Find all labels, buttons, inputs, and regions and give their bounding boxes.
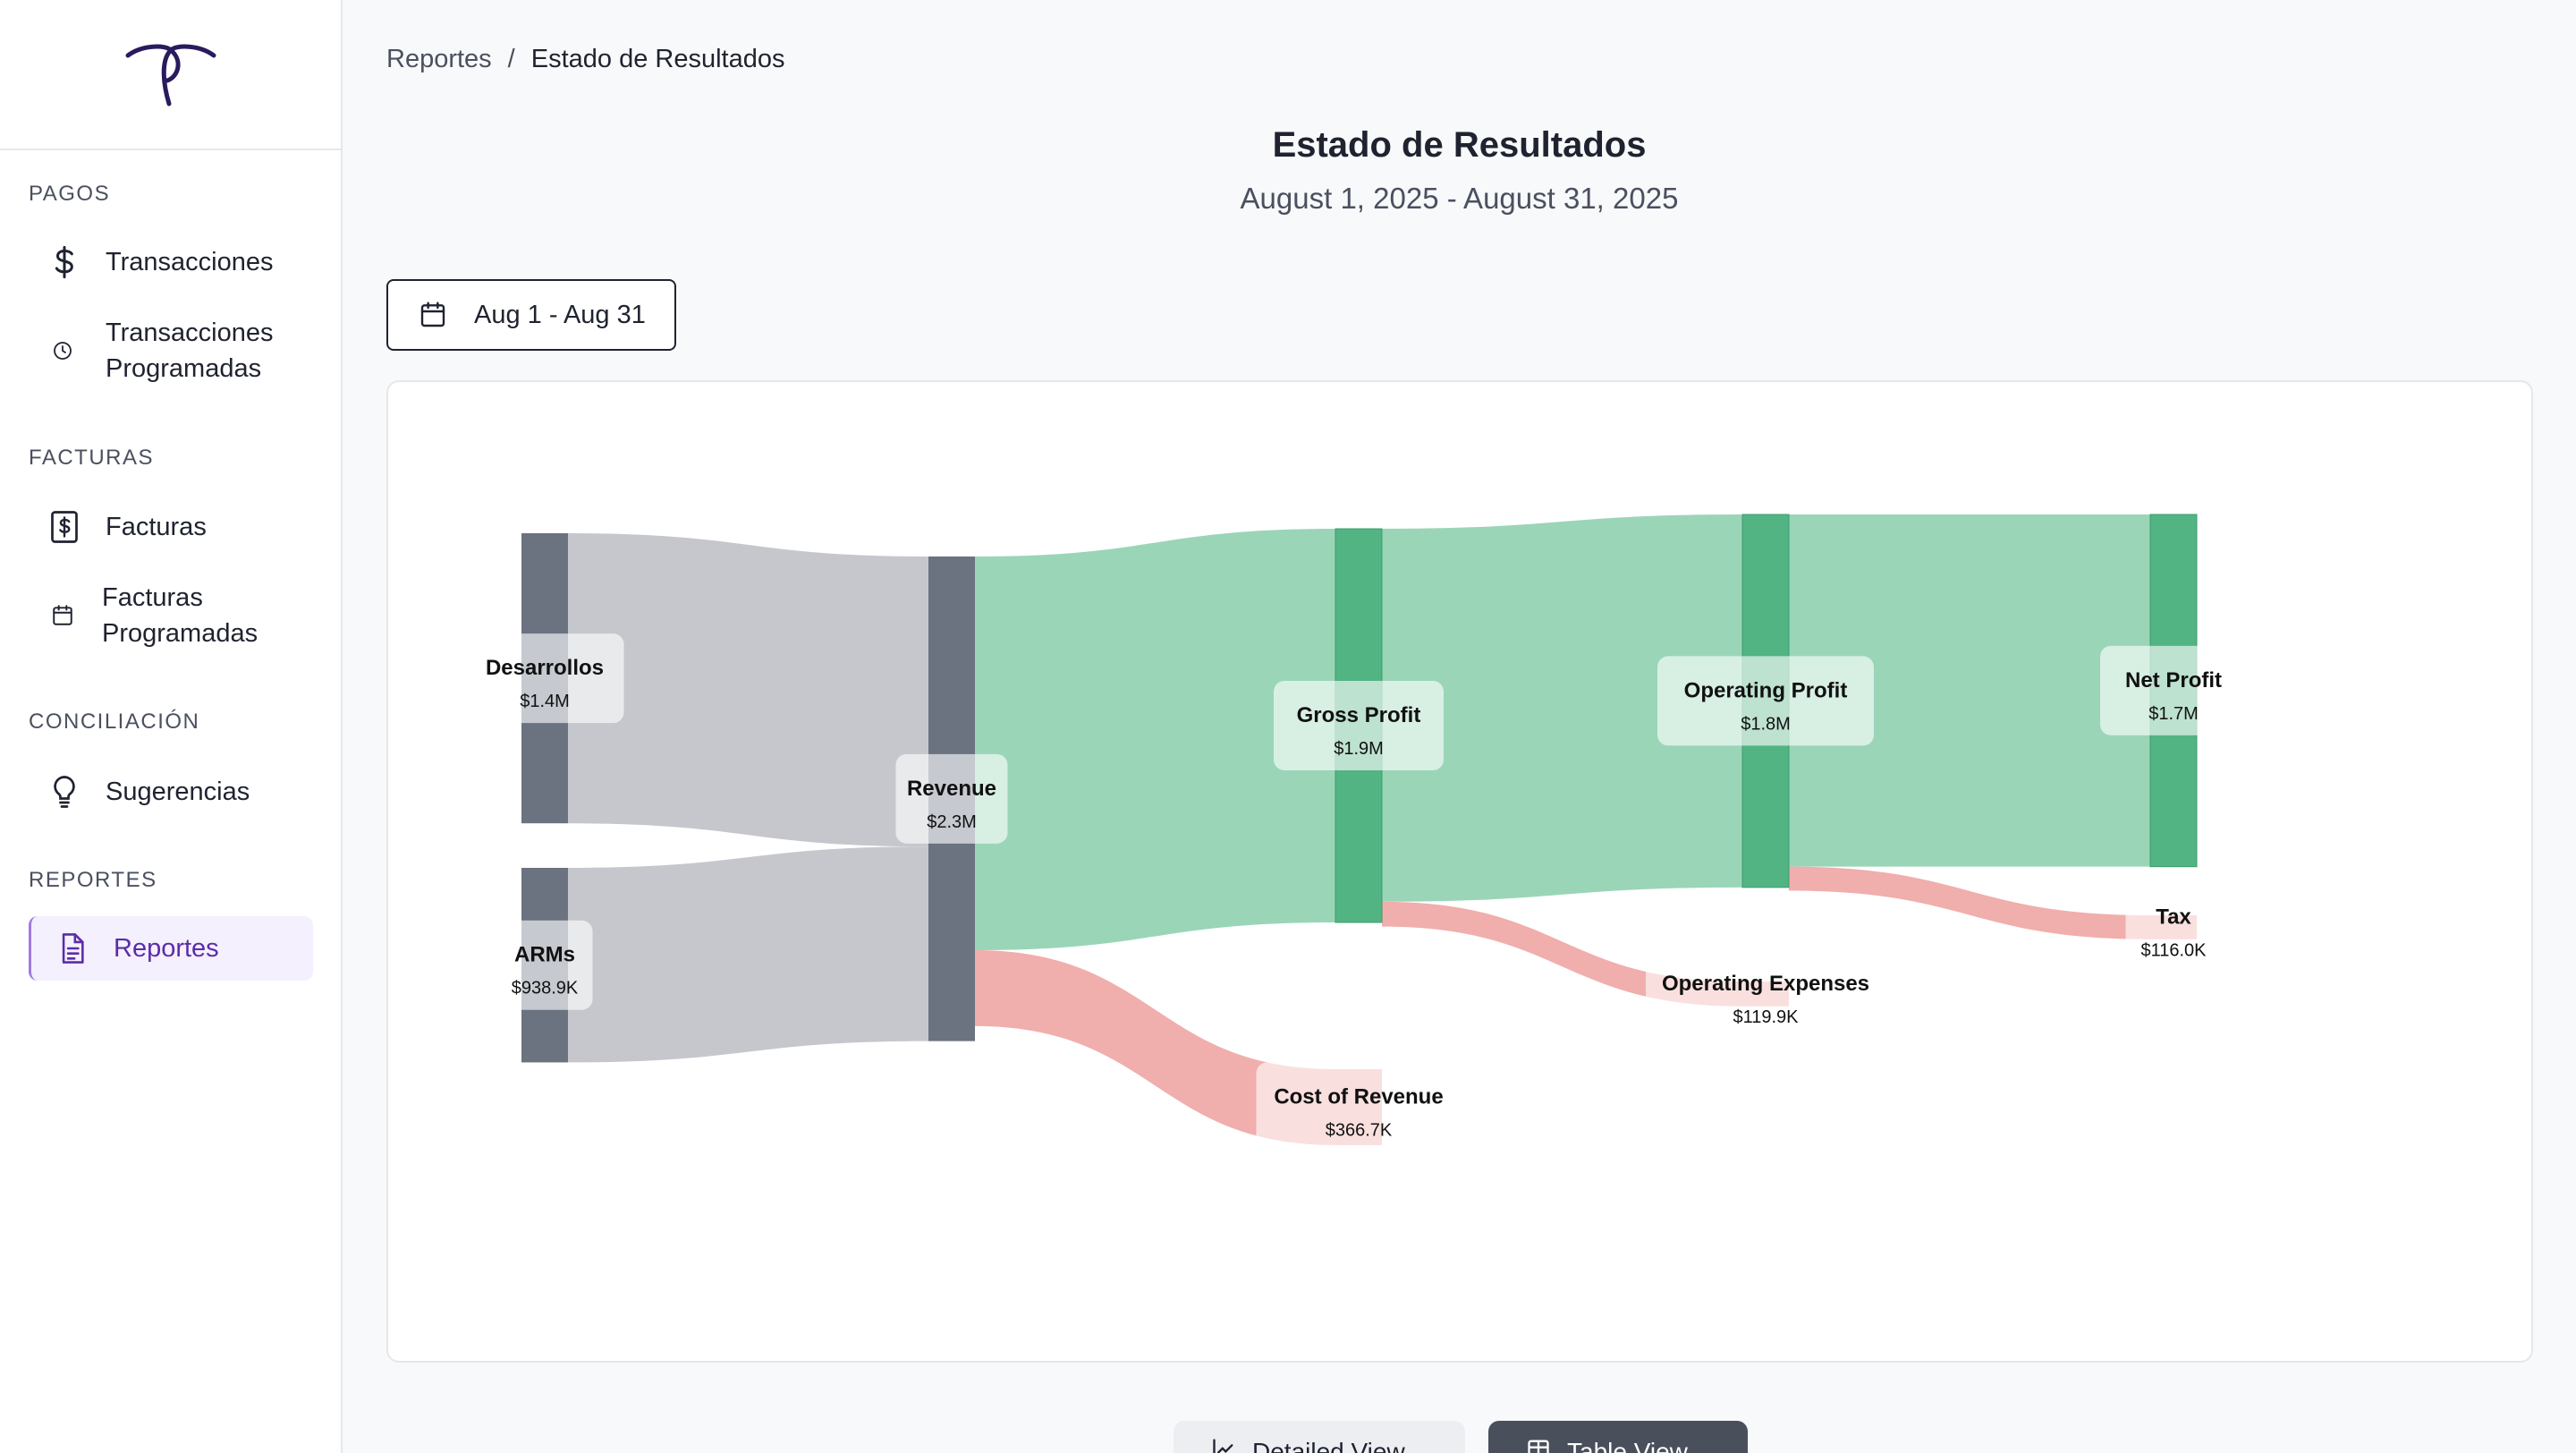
page-title: Estado de Resultados: [1272, 125, 1647, 165]
logo-area: [0, 0, 341, 150]
sankey-node-value: $119.9K: [1733, 1007, 1799, 1027]
sankey-node-name: Revenue: [907, 777, 996, 801]
sankey-node-name: Operating Profit: [1684, 678, 1848, 702]
section-label-conciliacion: CONCILIACIÓN: [29, 710, 200, 734]
sankey-node-name: Desarrollos: [486, 656, 604, 680]
sidebar-item-transacciones-programadas[interactable]: Transacciones Programadas: [29, 315, 313, 387]
sankey-node-value: $1.8M: [1741, 714, 1791, 734]
sidebar: PAGOS Transacciones Transacciones Progra…: [0, 0, 343, 1453]
table-view-label: Table View: [1567, 1438, 1688, 1453]
clock-icon: [50, 338, 75, 363]
sankey-node-name: Tax: [2156, 905, 2191, 929]
sankey-node-value: $1.9M: [1334, 739, 1384, 759]
sankey-node-value: $116.0K: [2140, 940, 2207, 960]
dollar-icon: [47, 244, 82, 280]
detailed-view-button[interactable]: Detailed View: [1174, 1421, 1465, 1453]
chart-icon: [1211, 1437, 1236, 1453]
sankey-node-value: $1.4M: [520, 692, 570, 711]
sankey-chart: Desarrollos $1.4M ARMs $938.9K Revenue $2.3M C…: [465, 514, 2247, 1152]
sidebar-item-label: Facturas Programadas: [102, 583, 258, 648]
sankey-node-value: $2.3M: [927, 812, 977, 832]
calendar-icon: [419, 301, 447, 329]
sidebar-item-label: Reportes: [114, 934, 219, 963]
sankey-chart-card: Desarrollos $1.4M ARMs $938.9K Revenue $2.3M C…: [386, 380, 2533, 1363]
breadcrumb-separator: /: [507, 45, 515, 73]
detailed-view-label: Detailed View: [1252, 1438, 1405, 1453]
sidebar-item-facturas[interactable]: Facturas: [29, 509, 313, 545]
section-label-pagos: PAGOS: [29, 182, 111, 206]
sankey-link-arms-to-revenue[interactable]: [568, 846, 928, 1063]
table-icon: [1526, 1437, 1551, 1453]
sankey-node-name: ARMs: [514, 943, 575, 967]
calendar-icon: [50, 603, 75, 628]
sidebar-item-label: Transacciones Programadas: [106, 319, 274, 383]
sidebar-item-sugerencias[interactable]: Sugerencias: [29, 774, 313, 810]
breadcrumb: Reportes / Estado de Resultados: [386, 45, 784, 74]
document-icon: [55, 930, 90, 966]
table-view-button[interactable]: Table View: [1488, 1421, 1748, 1453]
section-label-reportes: REPORTES: [29, 868, 157, 892]
page-subtitle: August 1, 2025 - August 31, 2025: [1240, 182, 1679, 215]
sidebar-item-transacciones[interactable]: Transacciones: [29, 244, 313, 280]
sankey-node-name: Cost of Revenue: [1274, 1084, 1443, 1109]
breadcrumb-current: Estado de Resultados: [530, 45, 785, 73]
sankey-node-name: Operating Expenses: [1662, 972, 1869, 996]
sankey-node-value: $938.9K: [512, 979, 579, 998]
sidebar-item-label: Transacciones: [106, 248, 274, 276]
sankey-link-operating_profit-to-tax[interactable]: [1789, 866, 2150, 939]
sidebar-item-label: Sugerencias: [106, 777, 250, 806]
sankey-node-name: Gross Profit: [1297, 703, 1421, 727]
sidebar-item-label: Facturas: [106, 513, 207, 541]
invoice-icon: [47, 509, 82, 545]
date-range-button[interactable]: Aug 1 - Aug 31: [386, 279, 676, 351]
sankey-node-name: Net Profit: [2125, 668, 2222, 693]
breadcrumb-link-reportes[interactable]: Reportes: [386, 45, 492, 73]
section-label-facturas: FACTURAS: [29, 446, 155, 470]
lightbulb-icon: [47, 774, 82, 810]
date-range-label: Aug 1 - Aug 31: [474, 300, 646, 329]
sidebar-item-reportes[interactable]: Reportes: [29, 916, 313, 981]
brand-logo-icon[interactable]: [124, 41, 217, 107]
sidebar-item-facturas-programadas[interactable]: Facturas Programadas: [29, 580, 313, 651]
sankey-node-value: $366.7K: [1326, 1120, 1393, 1140]
sankey-node-value: $1.7M: [2148, 704, 2199, 724]
